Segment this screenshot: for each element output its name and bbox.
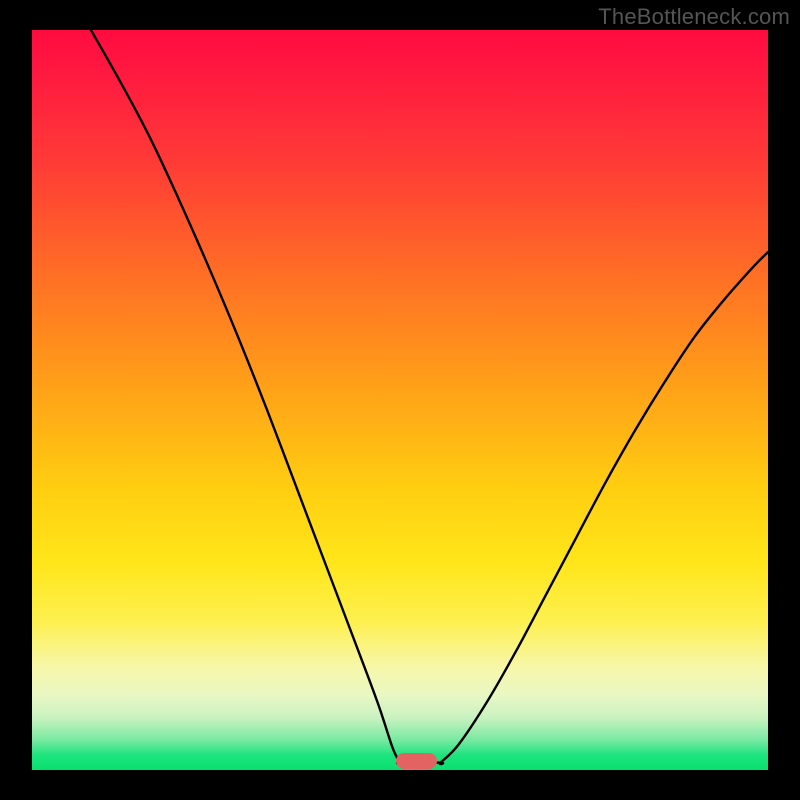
chart-stage: TheBottleneck.com — [0, 0, 800, 800]
curve-path — [91, 30, 768, 764]
plot-area — [32, 30, 768, 770]
watermark-text: TheBottleneck.com — [598, 4, 790, 30]
bottleneck-curve — [32, 30, 768, 770]
optimal-marker — [396, 753, 436, 769]
